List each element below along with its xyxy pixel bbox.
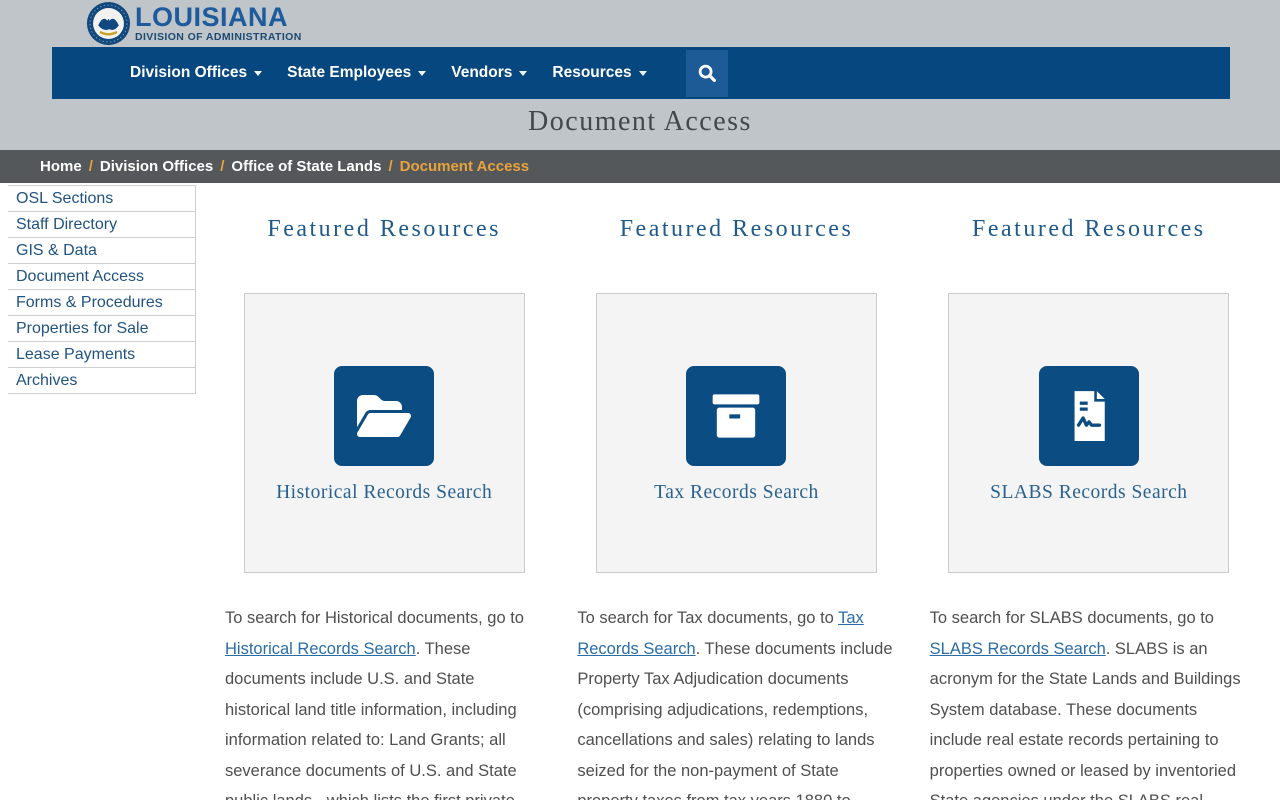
breadcrumb-separator: /	[220, 158, 225, 175]
slabs-paragraph: To search for SLABS documents, go to SLA…	[930, 603, 1248, 800]
page-title: Document Access	[528, 106, 752, 137]
site-header: LOUISIANA DIVISION OF ADMINISTRATION Div…	[0, 0, 1280, 150]
column-tax: Featured Resources Tax Records Search To…	[577, 183, 895, 800]
sidebar-item-lease-payments[interactable]: Lease Payments	[8, 342, 195, 368]
featured-resources-columns: Featured Resources Historical Records Se…	[225, 183, 1248, 800]
brand-text: LOUISIANA DIVISION OF ADMINISTRATION	[135, 2, 302, 44]
paragraph-text: . These documents include U.S. and State…	[225, 639, 517, 800]
breadcrumb-separator: /	[388, 158, 393, 175]
sidebar-item-archives[interactable]: Archives	[8, 368, 195, 394]
breadcrumb-link-home[interactable]: Home	[40, 158, 82, 175]
search-button[interactable]	[685, 49, 728, 97]
nav-item-label: Vendors	[451, 64, 513, 81]
nav-item-label: State Employees	[287, 64, 412, 81]
tax-records-link[interactable]: Tax Records Search	[597, 482, 876, 504]
breadcrumb: Home / Division Offices / Office of Stat…	[0, 150, 1280, 183]
sidebar-item-forms-procedures[interactable]: Forms & Procedures	[8, 290, 195, 316]
paragraph-text: . These documents include Property Tax A…	[577, 639, 893, 800]
slabs-records-link[interactable]: SLABS Records Search	[949, 482, 1228, 504]
column-historical: Featured Resources Historical Records Se…	[225, 183, 543, 800]
historical-records-text-link[interactable]: Historical Records Search	[225, 640, 416, 658]
file-signature-icon	[1074, 391, 1105, 441]
historical-icon-tile	[334, 366, 435, 466]
nav-item-division-offices[interactable]: Division Offices	[130, 64, 263, 82]
featured-resources-heading: Featured Resources	[619, 216, 854, 242]
caret-down-icon	[418, 70, 427, 76]
historical-records-link[interactable]: Historical Records Search	[245, 482, 524, 504]
slabs-records-text-link[interactable]: SLABS Records Search	[930, 640, 1106, 658]
nav-item-label: Division Offices	[130, 64, 248, 81]
tax-records-card[interactable]: Tax Records Search	[595, 293, 877, 573]
breadcrumb-link-office-of-state-lands[interactable]: Office of State Lands	[231, 158, 381, 175]
louisiana-seal-icon	[86, 1, 131, 46]
breadcrumb-link-division-offices[interactable]: Division Offices	[100, 158, 213, 175]
paragraph-text: To search for SLABS documents, go to	[929, 609, 1214, 627]
sidebar-item-staff-directory[interactable]: Staff Directory	[8, 212, 195, 238]
search-icon	[698, 64, 716, 82]
brand-name: LOUISIANA	[135, 2, 288, 32]
column-slabs: Featured Resources SLABS Records Search …	[930, 183, 1248, 800]
paragraph-text: To search for Historical documents, go t…	[225, 609, 524, 627]
featured-resources-heading: Featured Resources	[267, 216, 501, 242]
slabs-records-card[interactable]: SLABS Records Search	[948, 293, 1230, 573]
sidebar-item-gis-data[interactable]: GIS & Data	[8, 238, 195, 264]
folder-open-icon	[357, 395, 412, 437]
tax-paragraph: To search for Tax documents, go to Tax R…	[577, 603, 895, 800]
tax-icon-tile	[686, 366, 787, 466]
nav-item-resources[interactable]: Resources	[552, 64, 647, 82]
breadcrumb-separator: /	[88, 158, 93, 175]
paragraph-text: To search for Tax documents, go to	[577, 609, 839, 627]
nav-item-vendors[interactable]: Vendors	[451, 64, 528, 82]
caret-down-icon	[254, 70, 263, 76]
main-content: OSL Sections Staff Directory GIS & Data …	[0, 183, 1280, 800]
sidebar-item-document-access[interactable]: Document Access	[8, 264, 195, 290]
slabs-icon-tile	[1038, 366, 1139, 466]
brand-logo[interactable]: LOUISIANA DIVISION OF ADMINISTRATION	[86, 1, 302, 46]
historical-paragraph: To search for Historical documents, go t…	[225, 603, 543, 800]
sidebar-item-osl-sections[interactable]: OSL Sections	[8, 186, 195, 212]
nav-item-label: Resources	[552, 64, 632, 81]
paragraph-text: . SLABS is an acronym for the State Land…	[929, 639, 1241, 800]
featured-resources-heading: Featured Resources	[972, 216, 1206, 242]
brand-division: DIVISION OF ADMINISTRATION	[135, 31, 302, 43]
archive-box-icon	[713, 394, 760, 438]
caret-down-icon	[638, 70, 647, 76]
sidebar-item-properties-for-sale[interactable]: Properties for Sale	[8, 316, 195, 342]
sidebar-nav: OSL Sections Staff Directory GIS & Data …	[8, 185, 196, 394]
breadcrumb-current-page: Document Access	[399, 158, 530, 175]
main-navbar: Division Offices State Employees Vendors…	[52, 47, 1230, 99]
nav-item-state-employees[interactable]: State Employees	[287, 64, 427, 82]
historical-records-card[interactable]: Historical Records Search	[243, 293, 525, 573]
caret-down-icon	[519, 70, 528, 76]
